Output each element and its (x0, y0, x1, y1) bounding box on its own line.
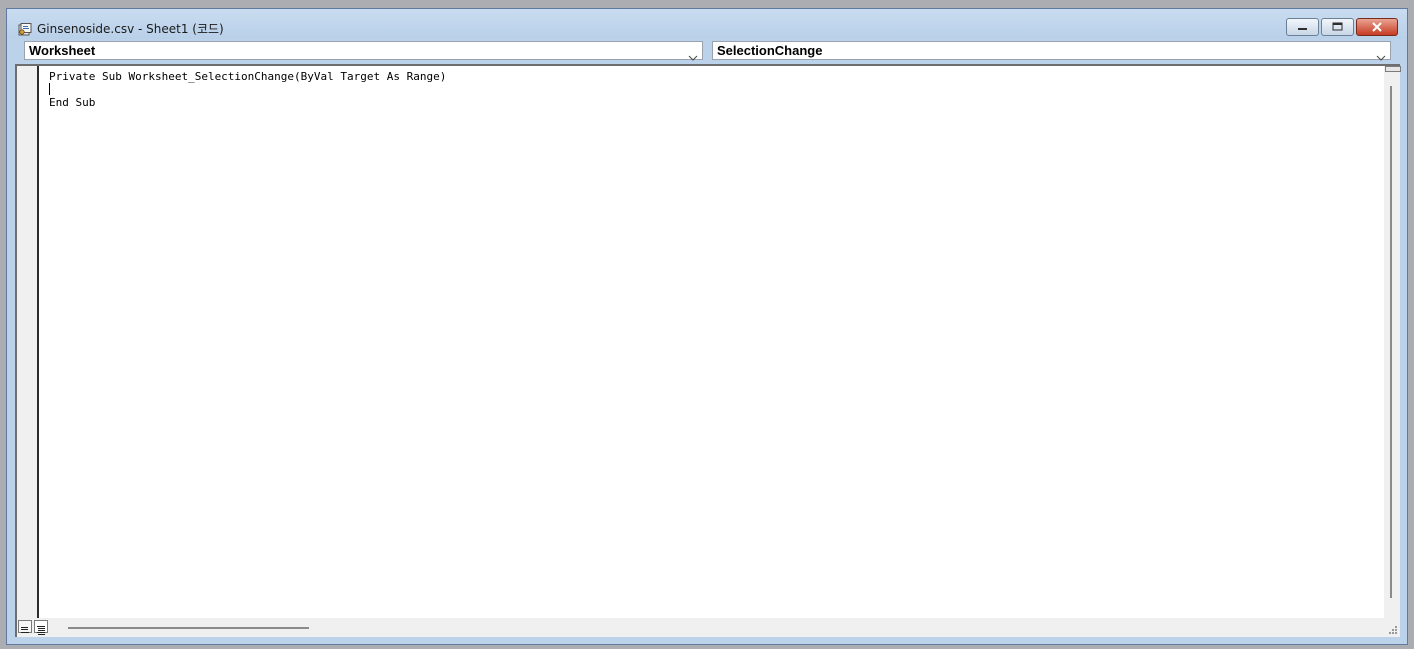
chevron-down-icon[interactable] (688, 47, 698, 61)
close-icon (1372, 22, 1382, 32)
text-caret (49, 83, 50, 95)
full-module-view-button[interactable] (34, 620, 48, 635)
split-bar-handle[interactable] (1385, 66, 1401, 72)
size-grip-icon[interactable] (1388, 625, 1398, 635)
procedure-view-icon (21, 627, 29, 633)
code-line[interactable]: Private Sub Worksheet_SelectionChange(By… (49, 70, 1380, 83)
procedure-dropdown-value: SelectionChange (717, 43, 823, 58)
vba-code-window: Ginsenoside.csv - Sheet1 (코드) Worksheet … (6, 8, 1408, 645)
code-line-with-caret[interactable] (49, 83, 1380, 96)
full-module-view-icon (37, 626, 45, 635)
object-dropdown-value: Worksheet (29, 43, 96, 58)
procedure-view-button[interactable] (18, 620, 32, 633)
close-button[interactable] (1356, 18, 1398, 36)
vertical-scrollbar[interactable] (1384, 66, 1401, 618)
bottom-bar (17, 618, 1400, 637)
horizontal-scroll-thumb[interactable] (68, 627, 309, 629)
code-editor[interactable]: Private Sub Worksheet_SelectionChange(By… (15, 64, 1401, 637)
margin-indicator-bar[interactable] (17, 66, 39, 618)
procedure-dropdown[interactable]: SelectionChange (712, 41, 1391, 61)
chevron-down-icon[interactable] (1376, 47, 1386, 61)
code-text-area[interactable]: Private Sub Worksheet_SelectionChange(By… (49, 70, 1380, 109)
window-title: Ginsenoside.csv - Sheet1 (코드) (37, 22, 224, 36)
vertical-scroll-thumb[interactable] (1390, 86, 1392, 598)
title-bar[interactable]: Ginsenoside.csv - Sheet1 (코드) (7, 9, 1407, 39)
restore-icon (1332, 22, 1343, 31)
minimize-button[interactable] (1286, 18, 1319, 36)
minimize-icon (1298, 28, 1307, 30)
window-controls (1286, 18, 1398, 36)
object-dropdown[interactable]: Worksheet (24, 41, 703, 61)
code-line[interactable]: End Sub (49, 96, 1380, 109)
restore-button[interactable] (1321, 18, 1354, 36)
vba-module-icon (18, 21, 32, 36)
